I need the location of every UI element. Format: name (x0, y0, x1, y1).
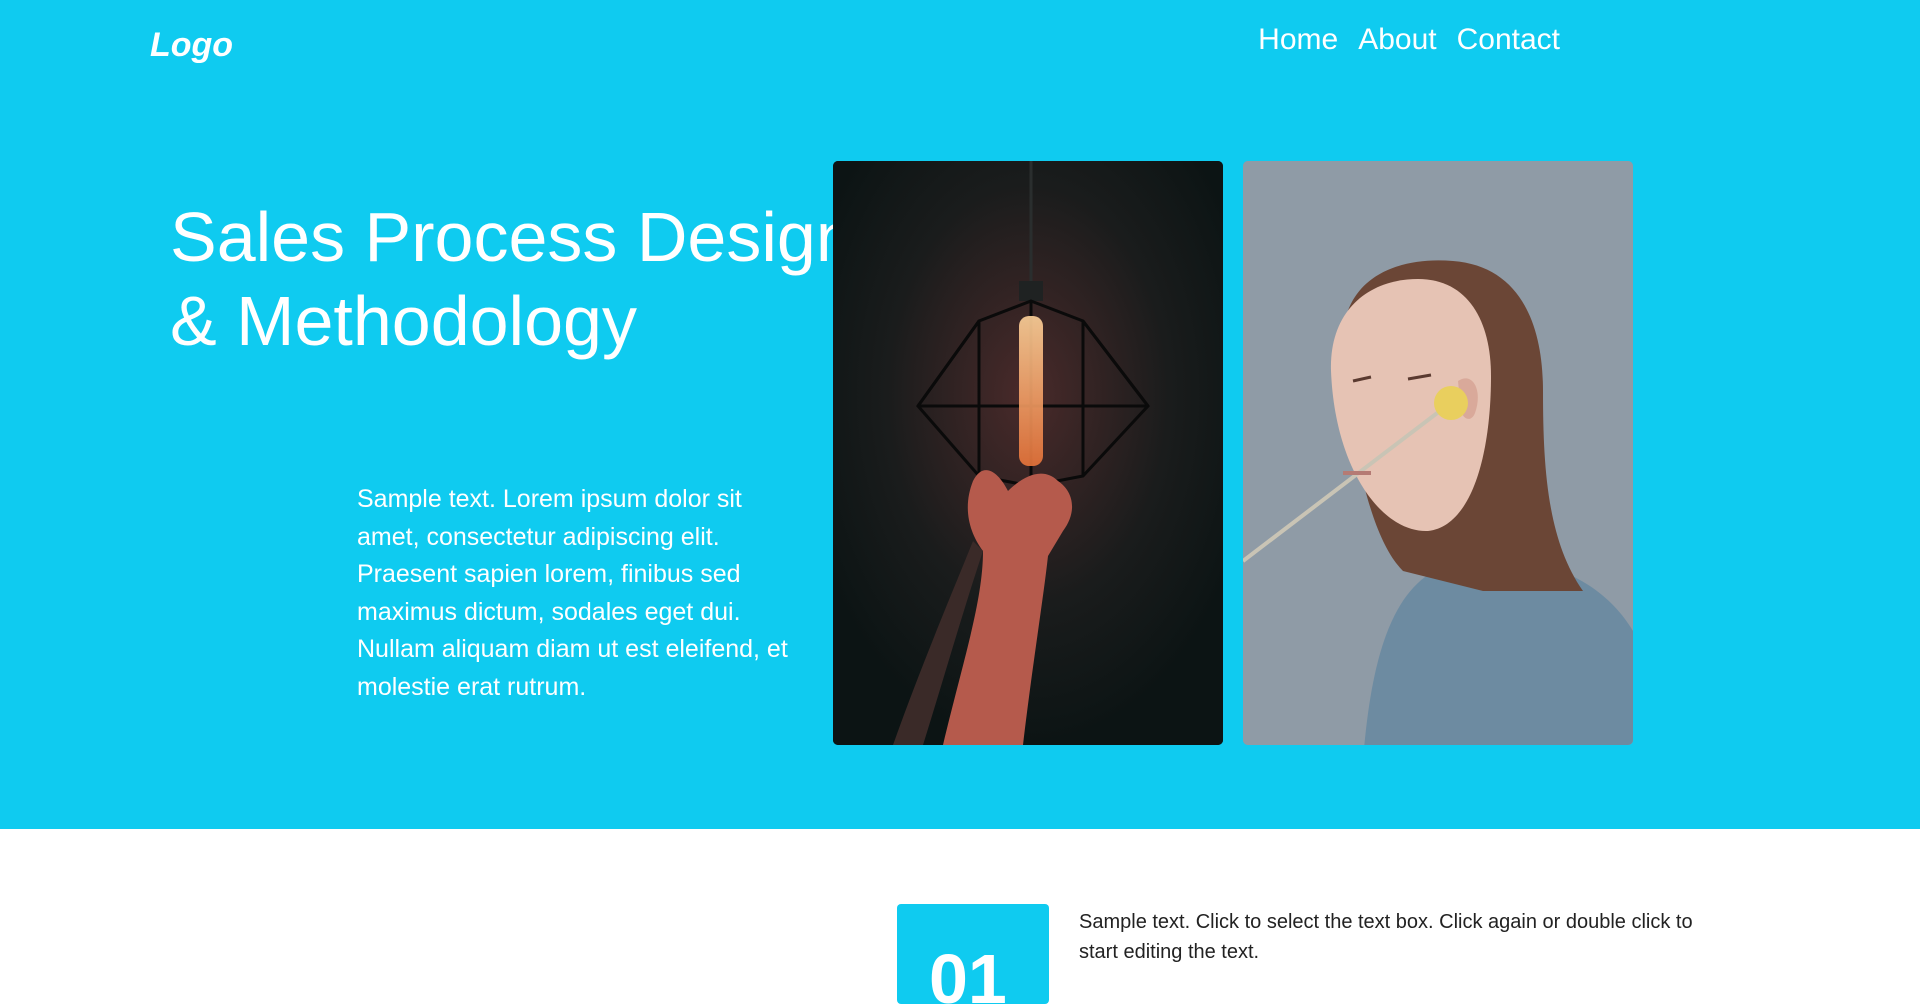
hero-section: Logo Home About Contact Sales Process De… (0, 0, 1920, 829)
nav-contact-link[interactable]: Contact (1457, 20, 1560, 60)
step-number: 01 (929, 940, 1007, 1004)
nav-about-link[interactable]: About (1358, 20, 1436, 60)
woman-portrait-photo (1243, 161, 1633, 745)
hero-title: Sales Process Design & Methodology (170, 195, 855, 363)
hero-title-line-1: Sales Process Design (170, 198, 855, 276)
step-number-badge: 01 (897, 904, 1049, 1004)
portrait-illustration (1243, 161, 1633, 745)
lightbulb-illustration (833, 161, 1223, 745)
nav-home-link[interactable]: Home (1258, 20, 1338, 60)
main-nav: Home About Contact (1258, 20, 1560, 60)
logo[interactable]: Logo (150, 24, 233, 66)
features-section: 01 Sample text. Click to select the text… (0, 829, 1920, 1004)
hero-description: Sample text. Lorem ipsum dolor sit amet,… (357, 485, 788, 701)
step-description: Sample text. Click to select the text bo… (1079, 911, 1693, 963)
lightbulb-photo (833, 161, 1223, 745)
hero-title-line-2: & Methodology (170, 282, 637, 360)
